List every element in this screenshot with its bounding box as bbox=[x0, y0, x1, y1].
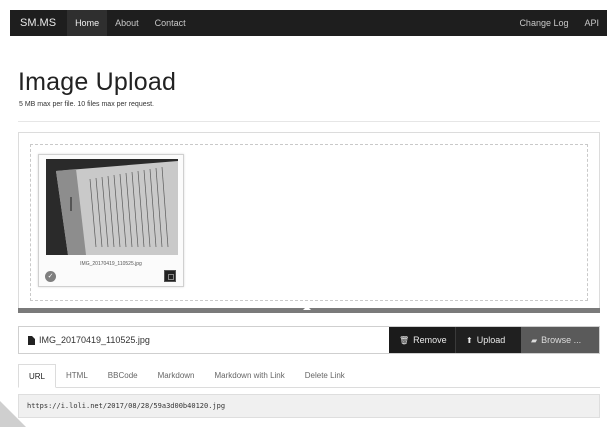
top-navbar: SM.MS Home About Contact Change Log API bbox=[10, 10, 607, 36]
browse-label: Browse ... bbox=[541, 335, 582, 345]
file-name-field[interactable]: IMG_20170419_110525.jpg bbox=[19, 327, 389, 353]
tab-markdown-with-link[interactable]: Markdown with Link bbox=[205, 364, 295, 388]
nav-contact[interactable]: Contact bbox=[147, 10, 194, 36]
tab-markdown[interactable]: Markdown bbox=[148, 364, 205, 388]
upload-icon: ⬆ bbox=[466, 335, 473, 345]
remove-label: Remove bbox=[413, 335, 447, 345]
zoom-icon[interactable] bbox=[164, 270, 176, 282]
file-name-text: IMG_20170419_110525.jpg bbox=[39, 335, 150, 345]
file-input-group: IMG_20170419_110525.jpg 🗑 Remove ⬆ Uploa… bbox=[18, 326, 600, 354]
remove-button[interactable]: 🗑 Remove bbox=[389, 327, 455, 353]
trash-icon: 🗑 bbox=[399, 335, 410, 345]
upload-progress-bar bbox=[18, 306, 600, 313]
image-url-output[interactable]: https://i.loli.net/2017/08/28/59a3d00b40… bbox=[18, 394, 600, 418]
page-subtitle: 5 MB max per file. 10 files max per requ… bbox=[19, 101, 154, 108]
check-circle-icon: ✓ bbox=[45, 271, 56, 282]
upload-button[interactable]: ⬆ Upload bbox=[455, 327, 521, 353]
browse-button[interactable]: ▰ Browse ... bbox=[521, 327, 599, 353]
nav-home[interactable]: Home bbox=[67, 10, 108, 36]
progress-notch bbox=[303, 306, 311, 310]
output-format-tabs: URL HTML BBCode Markdown Markdown with L… bbox=[18, 364, 600, 388]
upload-label: Upload bbox=[476, 335, 506, 345]
file-preview-card: IMG_20170419_110525.jpg ✓ bbox=[38, 154, 184, 287]
page-title: Image Upload bbox=[18, 68, 177, 96]
tab-url[interactable]: URL bbox=[18, 364, 57, 388]
divider bbox=[18, 121, 600, 122]
file-thumbnail bbox=[46, 159, 178, 255]
nav-right-group: Change Log API bbox=[511, 10, 607, 36]
page-corner-decoration bbox=[0, 401, 26, 427]
drop-zone[interactable]: IMG_20170419_110525.jpg ✓ bbox=[18, 132, 600, 312]
nav-about[interactable]: About bbox=[107, 10, 147, 36]
nav-change-log[interactable]: Change Log bbox=[511, 10, 576, 36]
nav-api[interactable]: API bbox=[576, 10, 607, 36]
document-photo-image bbox=[46, 159, 178, 255]
drop-zone-inner[interactable]: IMG_20170419_110525.jpg ✓ bbox=[30, 144, 588, 301]
brand-logo[interactable]: SM.MS bbox=[10, 10, 67, 36]
file-icon bbox=[28, 335, 35, 345]
tab-bbcode[interactable]: BBCode bbox=[98, 364, 148, 388]
tab-delete-link[interactable]: Delete Link bbox=[295, 364, 355, 388]
folder-icon: ▰ bbox=[531, 335, 538, 345]
thumbnail-filename: IMG_20170419_110525.jpg bbox=[80, 261, 142, 267]
tab-html[interactable]: HTML bbox=[56, 364, 98, 388]
